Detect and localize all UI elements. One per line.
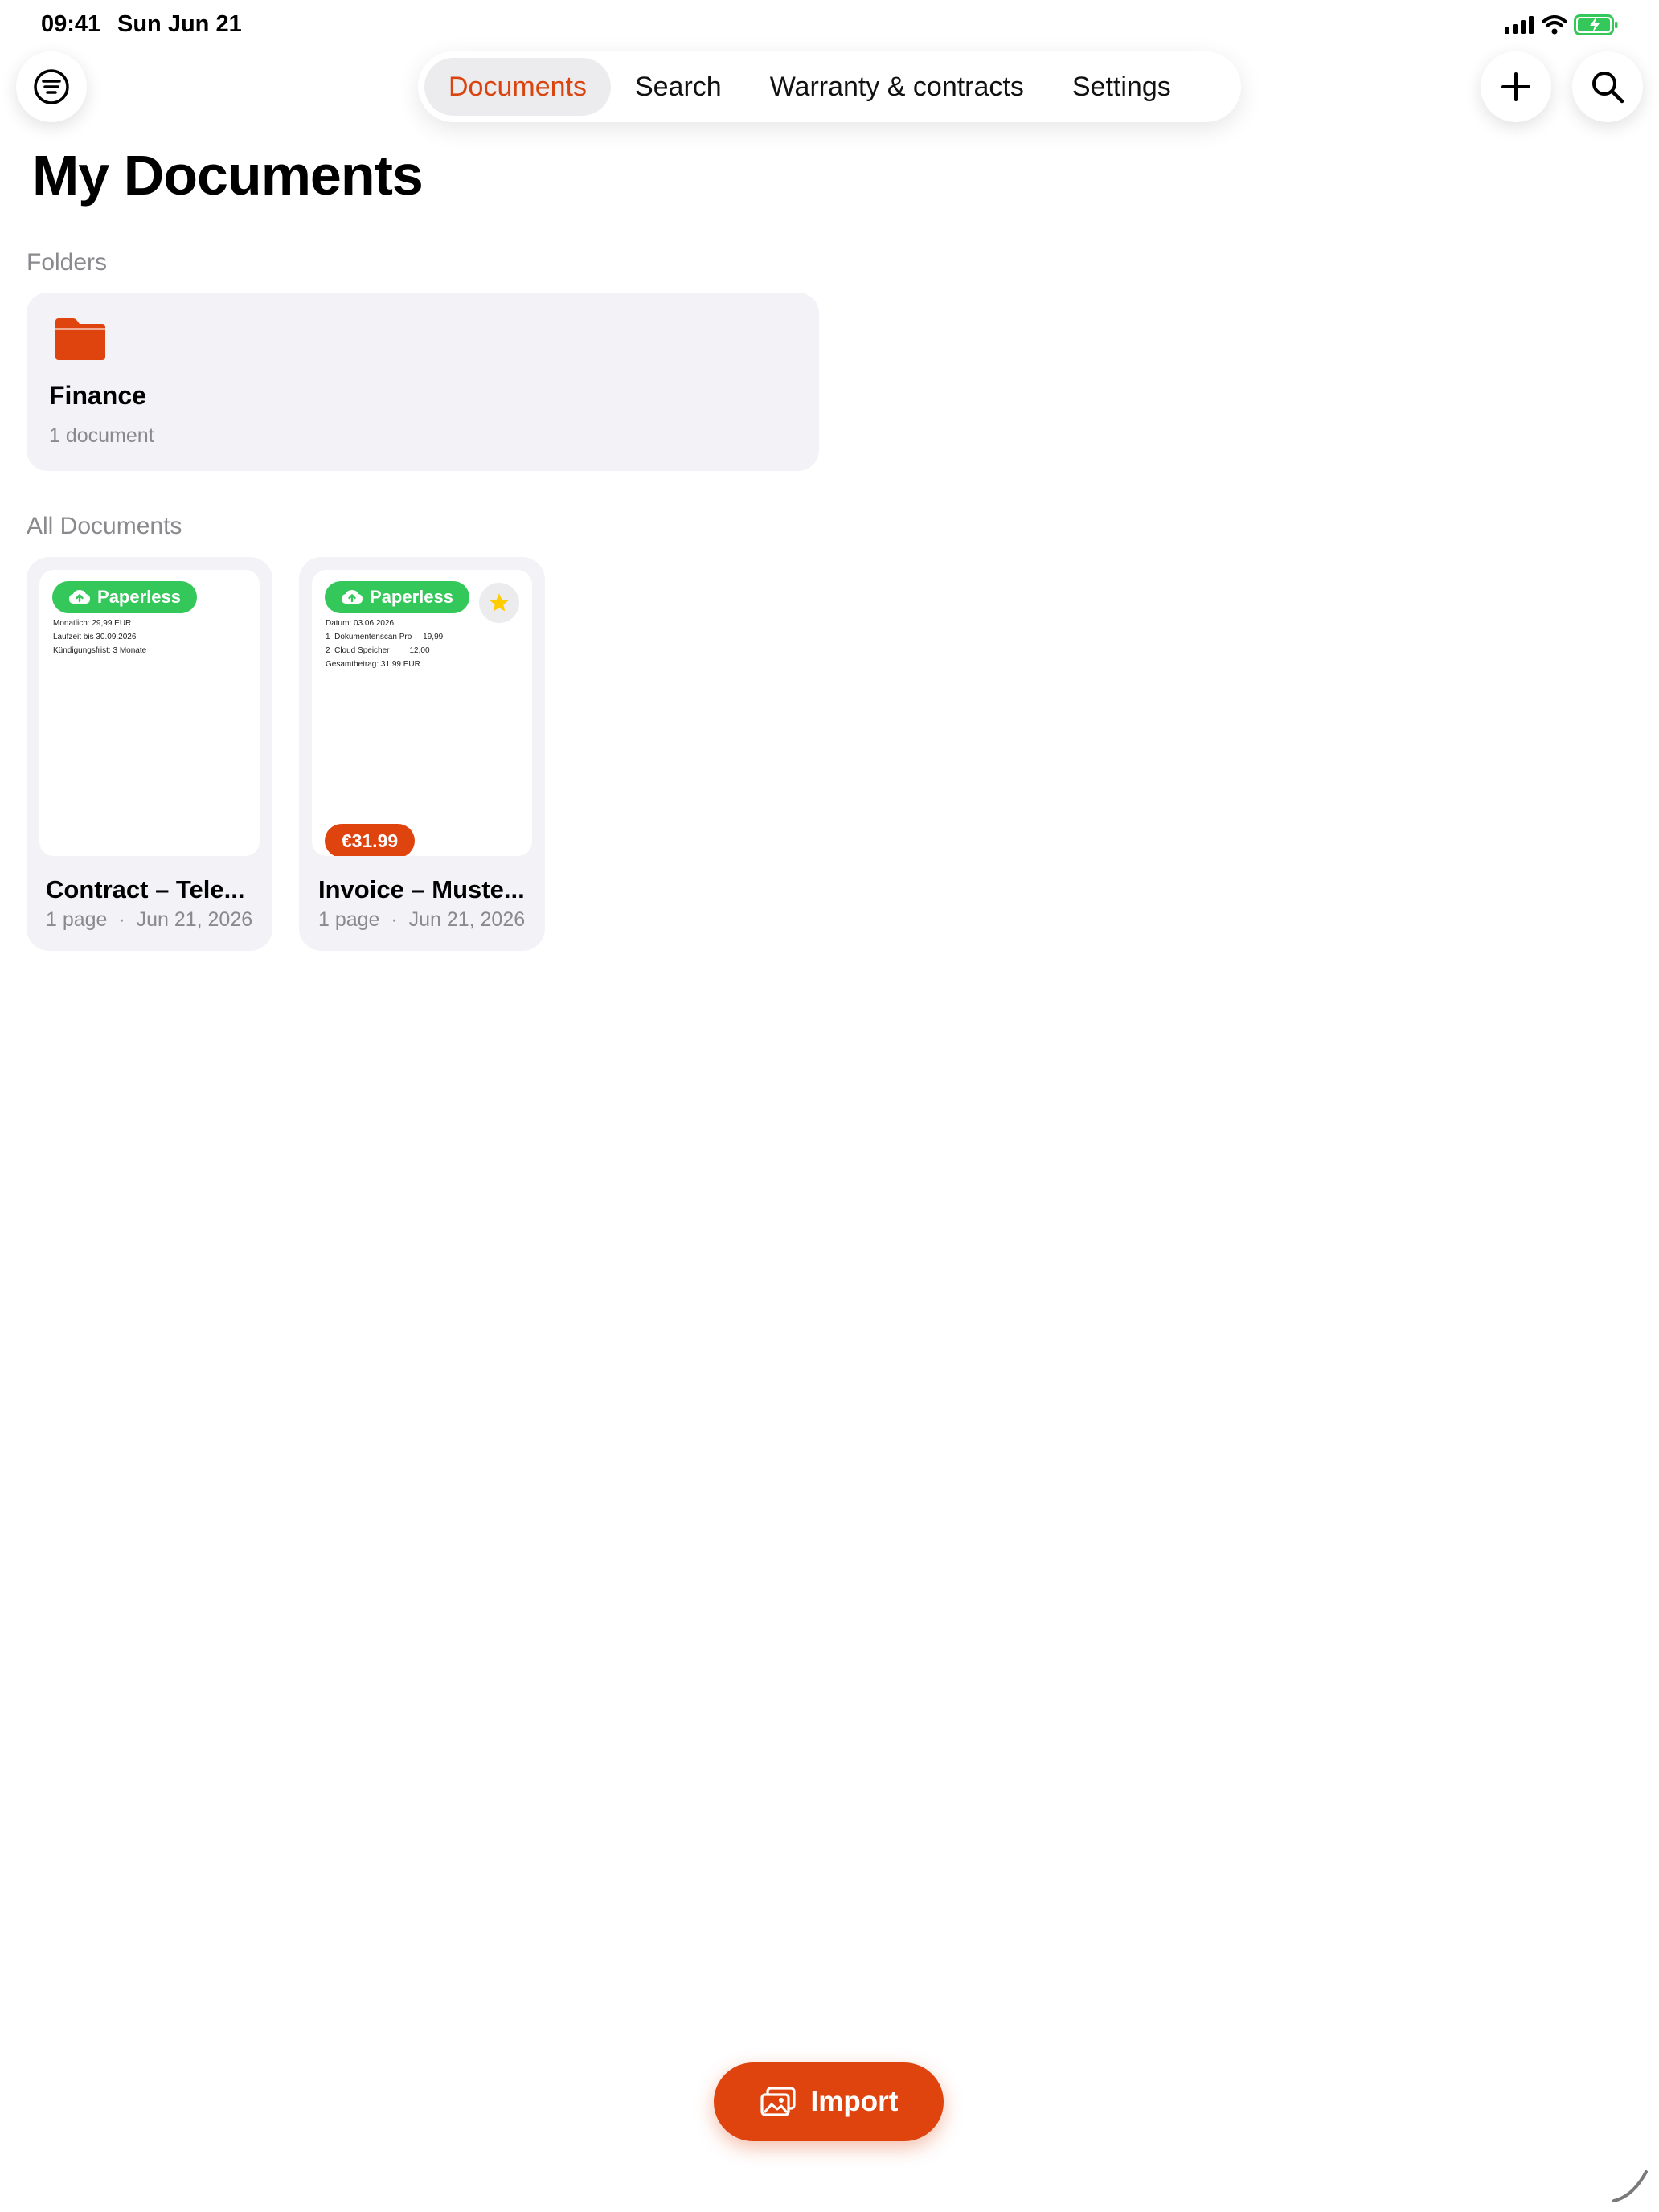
magnifier-icon (1592, 72, 1624, 104)
photos-icon (760, 2087, 796, 2116)
tab-documents[interactable]: Documents (424, 58, 611, 116)
tab-search[interactable]: Search (611, 58, 746, 116)
document-card-contract[interactable]: Monatlich: 29,99 EUR Laufzeit bis 30.09.… (27, 557, 272, 951)
folders-section-label: Folders (27, 249, 108, 276)
document-thumbnail: Datum: 03.06.2026 1 Dokumentenscan Pro 1… (312, 570, 532, 856)
import-button-label: Import (810, 2086, 899, 2117)
cloud-upload-icon (69, 590, 91, 604)
import-button[interactable]: Import (714, 2062, 944, 2141)
cellular-signal-icon (1505, 16, 1534, 34)
plus-icon (1501, 72, 1530, 101)
star-icon (490, 593, 509, 612)
tab-settings[interactable]: Settings (1048, 58, 1195, 116)
folder-document-count: 1 document (49, 424, 154, 447)
cloud-upload-icon (342, 590, 363, 604)
add-button[interactable] (1481, 51, 1551, 122)
search-button[interactable] (1572, 51, 1643, 122)
price-badge: €31.99 (325, 824, 415, 856)
folder-icon (55, 318, 105, 360)
status-date: Sun Jun 21 (117, 11, 242, 37)
paperless-badge-label: Paperless (97, 587, 181, 607)
filter-menu-button[interactable] (16, 51, 87, 122)
thumbnail-text: Datum: 03.06.2026 1 Dokumentenscan Pro 1… (326, 619, 444, 669)
tab-warranty-contracts[interactable]: Warranty & contracts (746, 58, 1048, 116)
paperless-badge-label: Paperless (370, 587, 453, 607)
document-meta: 1 page · Jun 21, 2026 (318, 908, 526, 931)
paperless-badge: Paperless (52, 581, 197, 613)
document-card-invoice[interactable]: Datum: 03.06.2026 1 Dokumentenscan Pro 1… (299, 557, 545, 951)
document-meta: 1 page · Jun 21, 2026 (46, 908, 253, 931)
status-bar: 09:41 Sun Jun 21 (0, 0, 1659, 51)
all-documents-section-label: All Documents (27, 513, 182, 539)
favorite-button[interactable] (479, 583, 519, 623)
battery-charging-icon (1574, 14, 1618, 35)
status-time: 09:41 (41, 11, 101, 37)
tab-bar: Documents Search Warranty & contracts Se… (418, 51, 1241, 122)
paperless-badge: Paperless (325, 581, 469, 613)
document-title: Contract – Tele... (46, 875, 245, 903)
pencil-scribble-indicator-icon (1612, 2170, 1648, 2202)
thumbnail-text: Monatlich: 29,99 EUR Laufzeit bis 30.09.… (53, 619, 147, 655)
wifi-icon (1542, 15, 1567, 35)
document-title: Invoice – Muste... (318, 875, 525, 903)
page-title: My Documents (32, 144, 424, 207)
folder-card-finance[interactable]: Finance 1 document (27, 293, 819, 471)
status-icons (1505, 14, 1619, 35)
list-circle-icon (34, 69, 69, 104)
folder-name: Finance (49, 381, 146, 410)
document-thumbnail: Monatlich: 29,99 EUR Laufzeit bis 30.09.… (39, 570, 260, 856)
